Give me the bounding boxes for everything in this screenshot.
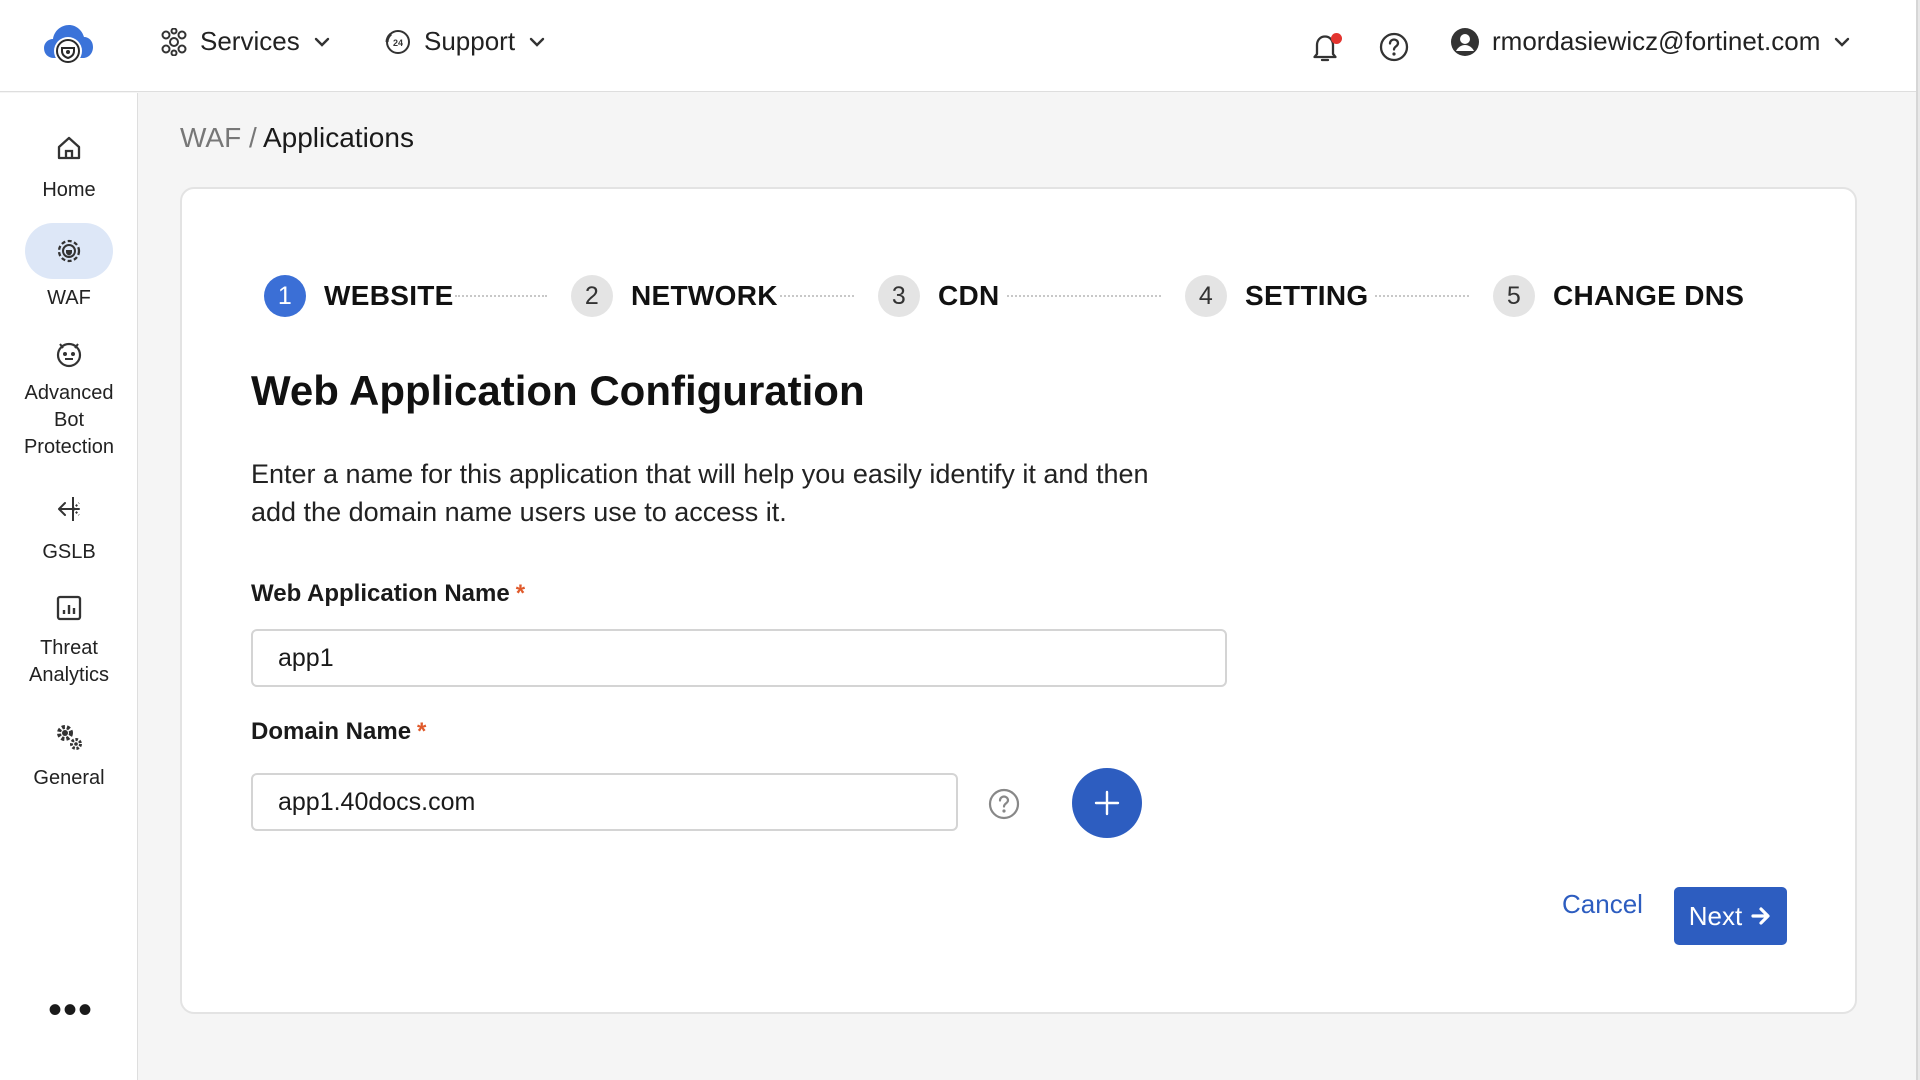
support-24-icon: 24 [385, 29, 410, 54]
required-marker: * [417, 718, 427, 745]
sidebar: Home WAF Advanced Bot Protection GSLB Th… [0, 93, 138, 1080]
svg-text:24: 24 [393, 38, 403, 48]
sidebar-item-label: General [33, 767, 105, 789]
step-number: 5 [1493, 275, 1535, 317]
domain-name-label-text: Domain Name [251, 718, 412, 745]
step-number: 4 [1185, 275, 1227, 317]
sidebar-item-label: Home [42, 179, 96, 201]
help-icon[interactable] [1378, 31, 1410, 63]
step-number: 3 [878, 275, 920, 317]
breadcrumb: WAF / Applications [180, 122, 414, 154]
user-avatar-icon [1451, 27, 1479, 56]
plus-icon [1094, 790, 1120, 816]
services-menu[interactable]: Services [160, 26, 332, 57]
top-navigation-bar: Services 24 Support rmordasiewicz@fortin… [0, 0, 1916, 92]
support-label: Support [424, 26, 516, 56]
breadcrumb-parent[interactable]: WAF [180, 122, 241, 153]
services-label: Services [200, 26, 300, 56]
sidebar-item-threat-analytics[interactable]: Threat Analytics [0, 593, 138, 689]
sidebar-item-label-line: Protection [23, 436, 115, 458]
user-email: rmordasiewicz@fortinet.com [1492, 26, 1821, 56]
add-domain-button[interactable] [1072, 768, 1142, 838]
step-connector [455, 295, 547, 297]
analytics-icon [56, 595, 82, 621]
form-description: Enter a name for this application that w… [251, 459, 1149, 527]
notification-badge [1331, 33, 1342, 44]
step-label: WEBSITE [324, 280, 454, 311]
step-connector [780, 295, 854, 297]
gears-icon [57, 725, 82, 750]
breadcrumb-separator: / [248, 122, 257, 153]
user-menu[interactable]: rmordasiewicz@fortinet.com [1450, 26, 1852, 57]
chevron-down-icon [529, 37, 545, 47]
sidebar-item-advanced-bot-protection[interactable]: Advanced Bot Protection [0, 338, 138, 461]
next-button[interactable]: Next [1674, 887, 1787, 945]
step-label: CHANGE DNS [1553, 280, 1745, 311]
support-menu[interactable]: 24 Support [384, 26, 547, 57]
step-label: CDN [938, 280, 1000, 311]
required-marker: * [515, 580, 526, 607]
home-icon [57, 136, 81, 160]
app-name-input[interactable] [251, 629, 1227, 687]
fortinet-cloud-logo[interactable] [40, 18, 96, 74]
app-name-label-text: Web Application Name [251, 580, 510, 607]
chevron-down-icon [1835, 37, 1850, 47]
sidebar-item-label-line: Bot [53, 409, 85, 431]
step-label: NETWORK [631, 280, 778, 311]
step-connector [1375, 295, 1469, 297]
sidebar-item-general[interactable]: General [0, 721, 138, 792]
step-change-dns[interactable]: 5 CHANGE DNS [1493, 275, 1744, 317]
gslb-icon [58, 497, 80, 521]
step-setting[interactable]: 4 SETTING [1185, 275, 1368, 317]
bot-icon [56, 342, 82, 368]
more-options-icon[interactable]: ••• [48, 990, 93, 1030]
domain-help-icon[interactable] [987, 787, 1021, 821]
app-name-label: Web Application Name * [251, 580, 525, 608]
step-network[interactable]: 2 NETWORK [571, 275, 778, 317]
next-button-label: Next [1688, 900, 1743, 931]
app-window: Services 24 Support rmordasiewicz@fortin… [0, 0, 1918, 1080]
sidebar-item-label: WAF [47, 287, 91, 309]
step-number: 2 [571, 275, 613, 317]
step-website[interactable]: 1 WEBSITE [264, 275, 454, 317]
step-cdn[interactable]: 3 CDN [878, 275, 1000, 317]
sidebar-item-label-line: Advanced [24, 382, 114, 404]
sidebar-item-home[interactable]: Home [0, 133, 138, 204]
sidebar-item-waf[interactable]: WAF [0, 223, 138, 312]
wizard-card: 1 WEBSITE 2 NETWORK 3 CDN 4 SETTING 5 CH… [180, 187, 1857, 1014]
sidebar-item-label: GSLB [42, 541, 96, 563]
arrow-right-icon [1751, 907, 1770, 925]
waf-gear-icon [57, 239, 81, 263]
step-connector [1007, 295, 1161, 297]
active-indicator [25, 223, 113, 279]
services-molecule-icon [161, 27, 187, 56]
sidebar-item-label-line: Threat [40, 637, 98, 659]
domain-name-label: Domain Name * [251, 718, 426, 746]
sidebar-item-label-line: Analytics [28, 664, 110, 686]
page-title: Web Application Configuration [251, 367, 865, 414]
chevron-down-icon [314, 37, 329, 47]
step-label: SETTING [1245, 280, 1369, 311]
domain-name-input[interactable] [251, 773, 958, 831]
breadcrumb-current: Applications [262, 122, 414, 153]
cancel-button[interactable]: Cancel [1562, 889, 1643, 920]
sidebar-item-gslb[interactable]: GSLB [0, 493, 138, 566]
step-number: 1 [264, 275, 306, 317]
